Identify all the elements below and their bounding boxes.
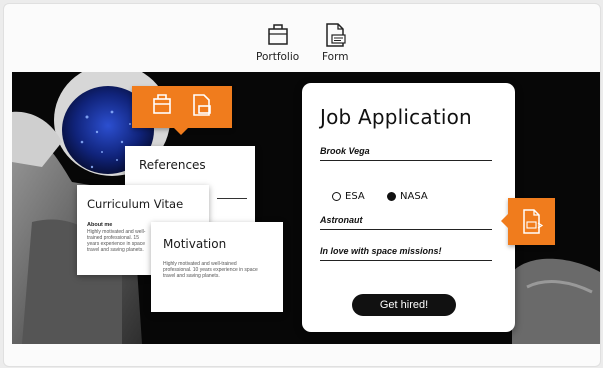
- radio-nasa-label: NASA: [400, 191, 428, 202]
- portfolio-orange-tab[interactable]: [132, 86, 232, 135]
- form-document-icon: [193, 94, 211, 116]
- portfolio-label: Portfolio: [256, 51, 300, 63]
- portfolio-tab-icons: [153, 94, 211, 116]
- radio-esa[interactable]: ESA: [332, 191, 365, 202]
- role-field[interactable]: Astronaut: [320, 215, 492, 230]
- radio-nasa-dot: [387, 192, 396, 201]
- cv-about-heading: About me: [87, 222, 113, 228]
- showcase-stage: References Curriculum Vitae About me Hig…: [12, 72, 600, 344]
- references-title: References: [139, 158, 206, 172]
- motivation-text: Highly motivated and well-trained profes…: [163, 261, 258, 279]
- job-application-title: Job Application: [320, 105, 472, 129]
- radio-esa-dot: [332, 192, 341, 201]
- form-label: Form: [322, 51, 349, 63]
- tab-pointer: [174, 128, 188, 135]
- job-application-form: Job Application Brook Vega ESA NASA Astr…: [302, 83, 515, 332]
- portfolio-tool[interactable]: Portfolio: [256, 22, 299, 63]
- motivation-card[interactable]: Motivation Highly motivated and well-tra…: [151, 222, 283, 312]
- form-tool[interactable]: Form: [322, 22, 348, 63]
- form-icon: [326, 23, 346, 47]
- briefcase-icon: [153, 94, 171, 114]
- name-field[interactable]: Brook Vega: [320, 146, 492, 161]
- cv-about-text: Highly motivated and well-trained profes…: [87, 229, 146, 253]
- cv-title: Curriculum Vitae: [87, 197, 184, 211]
- radio-nasa[interactable]: NASA: [387, 191, 428, 202]
- side-tab-pointer: [501, 214, 508, 228]
- get-hired-button[interactable]: Get hired!: [352, 294, 456, 316]
- toolbar: Portfolio Form: [4, 4, 600, 72]
- pdf-icon: [523, 209, 544, 234]
- motivation-field[interactable]: In love with space missions!: [320, 246, 492, 261]
- radio-esa-label: ESA: [345, 191, 365, 202]
- references-line: [217, 198, 247, 199]
- portfolio-icon: [267, 24, 288, 45]
- pdf-orange-tab[interactable]: [501, 198, 555, 245]
- app-card: Portfolio Form References Curriculum Vit…: [3, 3, 601, 367]
- motivation-title: Motivation: [163, 237, 227, 251]
